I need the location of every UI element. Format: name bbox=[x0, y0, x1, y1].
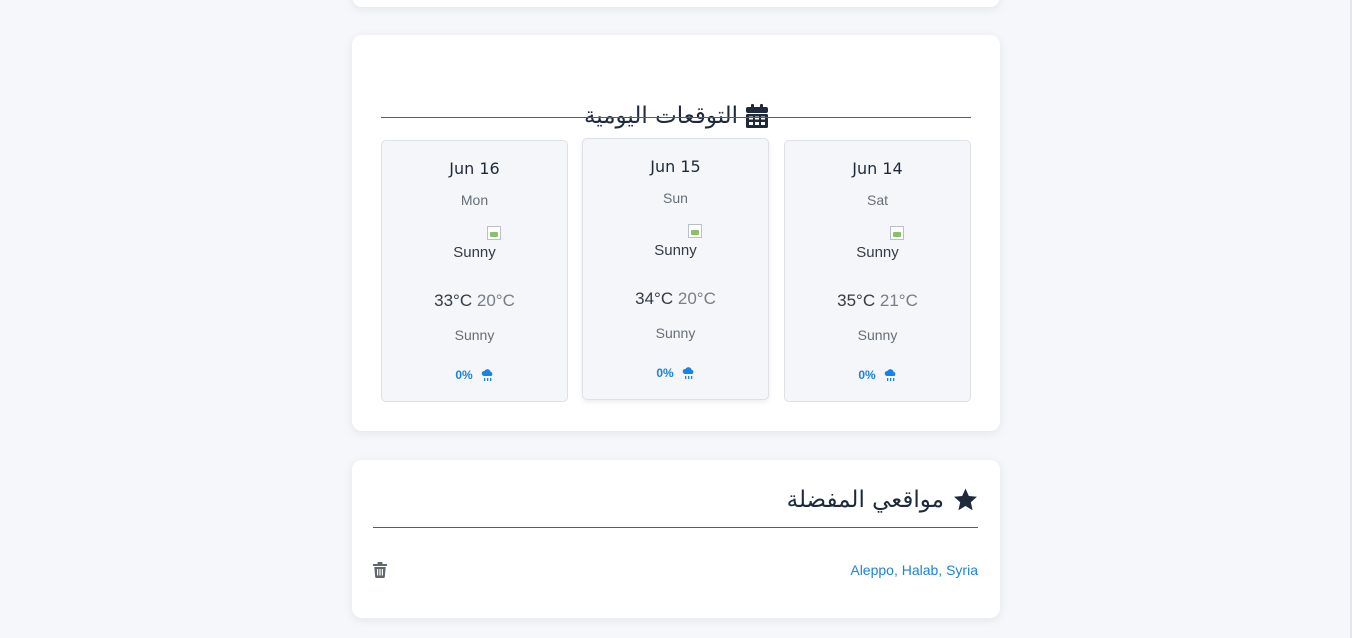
favorites-title: مواقعي المفضلة bbox=[786, 487, 944, 513]
previous-card bbox=[352, 0, 1000, 7]
max-temp: 33°C bbox=[434, 291, 473, 310]
trash-icon bbox=[373, 562, 387, 578]
page: التوقعات اليومية Jun 16 Mon Sunny 33°C 2… bbox=[0, 0, 1352, 638]
favorites-heading: مواقعي المفضلة bbox=[787, 487, 978, 513]
forecast-days: Jun 16 Mon Sunny 33°C 20°C Sunny 0% Jun … bbox=[381, 138, 971, 403]
day-temperatures: 35°C 21°C bbox=[785, 291, 970, 311]
rain-chance: 0% bbox=[785, 368, 970, 382]
day-date: Jun 14 bbox=[852, 159, 903, 178]
day-weekday: Mon bbox=[460, 192, 489, 208]
rain-percent: 0% bbox=[656, 366, 674, 380]
forecast-day-card[interactable]: Jun 16 Mon Sunny 33°C 20°C Sunny 0% bbox=[381, 140, 568, 402]
cloud-rain-icon bbox=[682, 366, 695, 380]
day-weekday: Sun bbox=[663, 190, 688, 206]
weather-image-alt: Sunny bbox=[856, 244, 899, 261]
day-temperatures: 33°C 20°C bbox=[382, 291, 567, 311]
cloud-rain-icon bbox=[481, 368, 494, 382]
day-condition: Sunny bbox=[857, 327, 898, 343]
rain-percent: 0% bbox=[858, 368, 876, 382]
day-condition: Sunny bbox=[454, 327, 495, 343]
max-temp: 35°C bbox=[837, 291, 876, 310]
rain-chance: 0% bbox=[382, 368, 567, 382]
daily-forecast-title: التوقعات اليومية bbox=[583, 103, 739, 129]
daily-forecast-card: التوقعات اليومية Jun 16 Mon Sunny 33°C 2… bbox=[352, 35, 1000, 431]
day-date: Jun 16 bbox=[449, 159, 500, 178]
broken-weather-image-icon bbox=[487, 226, 501, 240]
daily-forecast-heading: التوقعات اليومية bbox=[352, 103, 1000, 129]
cloud-rain-icon bbox=[884, 368, 897, 382]
day-condition: Sunny bbox=[655, 325, 696, 341]
min-temp: 21°C bbox=[879, 291, 918, 310]
min-temp: 20°C bbox=[476, 291, 515, 310]
day-temperatures: 34°C 20°C bbox=[583, 289, 768, 309]
max-temp: 34°C bbox=[635, 289, 674, 308]
weather-image-alt: Sunny bbox=[654, 242, 697, 259]
day-weekday: Sat bbox=[866, 192, 888, 208]
min-temp: 20°C bbox=[677, 289, 716, 308]
day-date: Jun 15 bbox=[650, 157, 701, 176]
rain-chance: 0% bbox=[583, 366, 768, 380]
forecast-day-card[interactable]: Jun 14 Sat Sunny 35°C 21°C Sunny 0% bbox=[784, 140, 971, 402]
forecast-day-card[interactable]: Jun 15 Sun Sunny 34°C 20°C Sunny 0% bbox=[582, 138, 769, 400]
calendar-icon bbox=[746, 104, 769, 128]
favorites-card: مواقعي المفضلة Aleppo, Halab, Syria bbox=[352, 460, 1000, 618]
broken-weather-image-icon bbox=[688, 224, 702, 238]
favorite-location-link[interactable]: Aleppo, Halab, Syria bbox=[850, 562, 978, 578]
weather-image-alt: Sunny bbox=[453, 244, 496, 261]
title-divider bbox=[373, 527, 978, 528]
favorite-location-item: Aleppo, Halab, Syria bbox=[373, 558, 978, 582]
delete-favorite-button[interactable] bbox=[373, 558, 401, 582]
broken-weather-image-icon bbox=[890, 226, 904, 240]
star-icon bbox=[953, 488, 978, 512]
rain-percent: 0% bbox=[455, 368, 473, 382]
title-divider bbox=[381, 117, 971, 118]
